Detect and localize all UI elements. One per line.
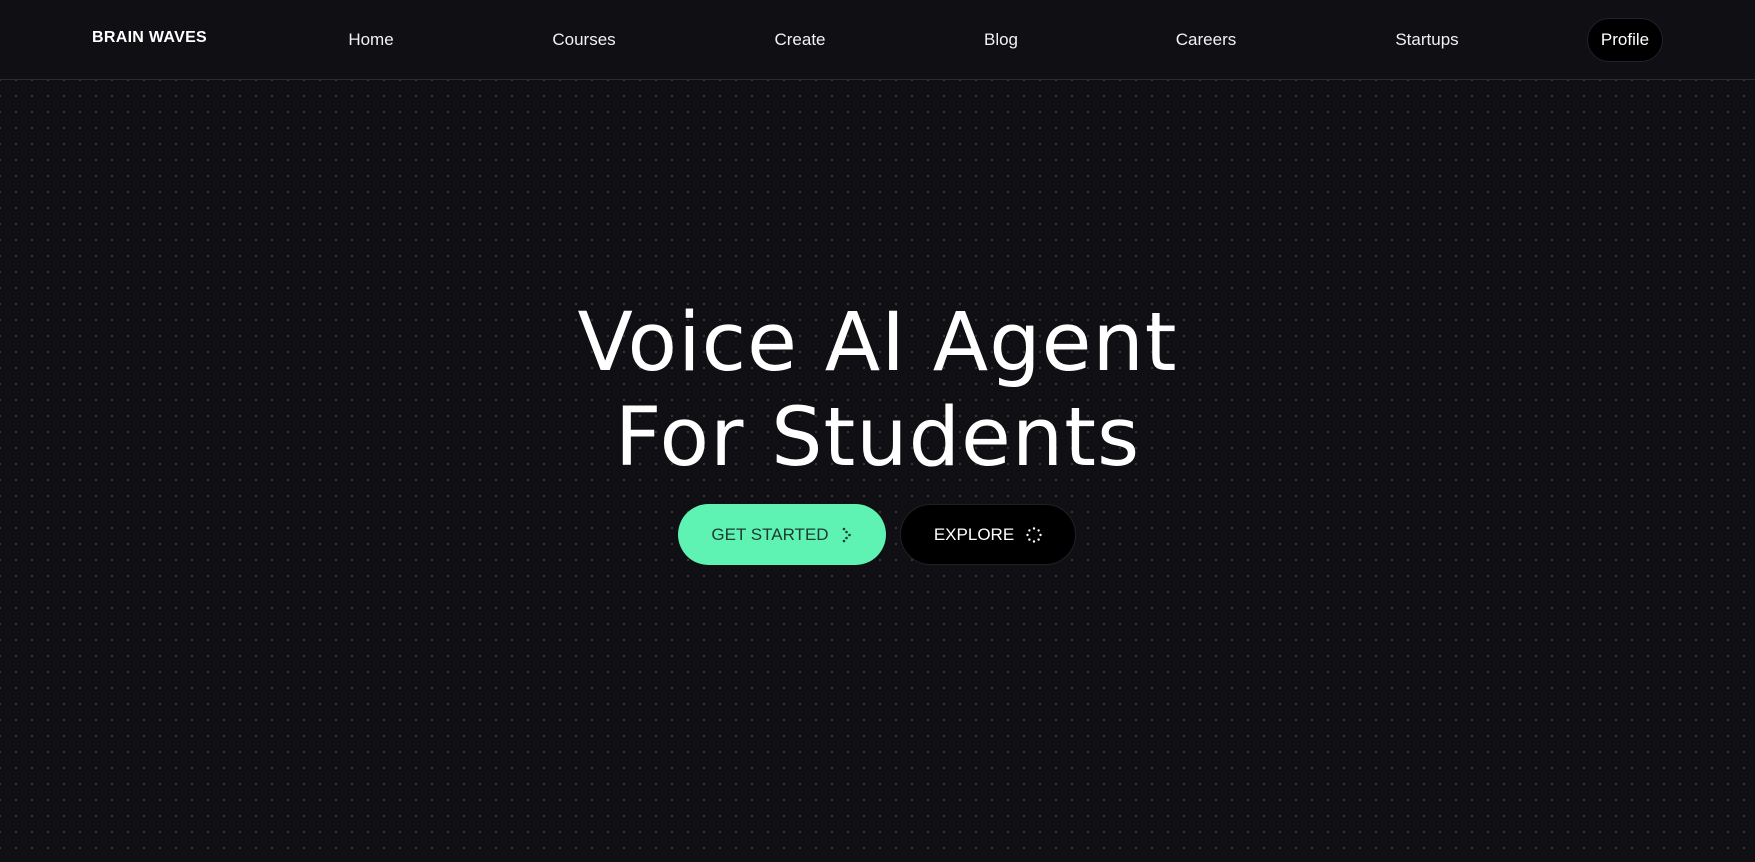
nav-home[interactable]: Home bbox=[348, 30, 393, 50]
explore-label: EXPLORE bbox=[933, 524, 1015, 544]
nav-startups[interactable]: Startups bbox=[1395, 30, 1458, 50]
dotted-spinner-icon bbox=[1026, 526, 1042, 543]
get-started-label: GET STARTED bbox=[711, 524, 829, 544]
hero-title-line-1: Voice AI Agent bbox=[577, 296, 1178, 390]
profile-button[interactable]: Profile bbox=[1587, 18, 1663, 62]
nav-blog[interactable]: Blog bbox=[984, 30, 1018, 50]
top-navbar: BRAIN WAVES Home Courses Create Blog Car… bbox=[0, 0, 1755, 80]
page-background: BRAIN WAVES Home Courses Create Blog Car… bbox=[0, 0, 1755, 862]
brand-logo[interactable]: BRAIN WAVES bbox=[92, 29, 207, 47]
explore-button[interactable]: EXPLORE bbox=[900, 504, 1076, 565]
hero-title: Voice AI Agent For Students bbox=[0, 296, 1755, 486]
nav-careers[interactable]: Careers bbox=[1176, 30, 1236, 50]
hero-title-line-2: For Students bbox=[614, 391, 1141, 485]
dotted-arrow-icon bbox=[841, 527, 853, 543]
nav-create[interactable]: Create bbox=[774, 30, 825, 50]
nav-courses[interactable]: Courses bbox=[552, 30, 615, 50]
get-started-button[interactable]: GET STARTED bbox=[678, 504, 886, 565]
